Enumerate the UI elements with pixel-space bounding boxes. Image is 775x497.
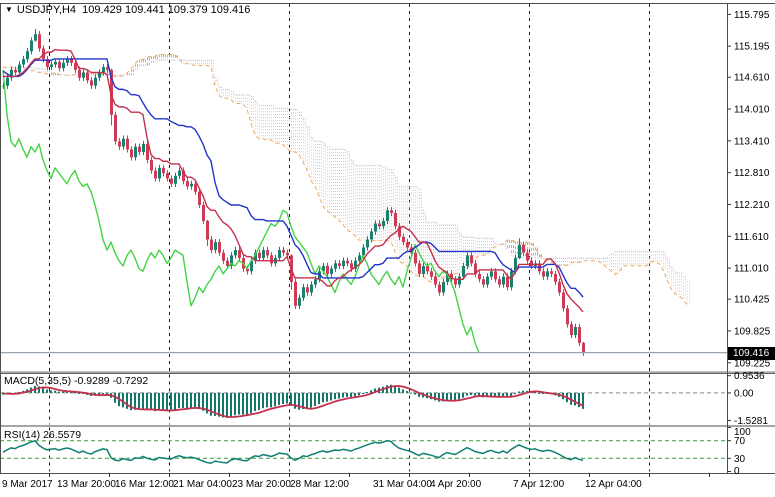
svg-text:112.210: 112.210: [734, 200, 770, 211]
svg-text:114.010: 114.010: [734, 105, 770, 116]
svg-text:115.195: 115.195: [734, 42, 770, 53]
time-axis[interactable]: 9 Mar 2017 13 Mar 20:0016 Mar 12:0021 Mar…: [2, 473, 710, 490]
svg-text:31 Mar 04:00: 31 Mar 04:00: [373, 479, 432, 490]
current-price-badge: 109.416: [728, 347, 775, 360]
svg-text:13 Mar 20:00: 13 Mar 20:00: [57, 479, 116, 490]
svg-text:9 Mar 2017: 9 Mar 2017: [2, 479, 53, 490]
svg-text:12 Apr 04:00: 12 Apr 04:00: [585, 479, 642, 490]
svg-text:23 Mar 20:00: 23 Mar 20:00: [232, 479, 291, 490]
svg-text:70: 70: [734, 436, 746, 447]
svg-text:4 Apr 20:00: 4 Apr 20:00: [430, 479, 482, 490]
svg-text:21 Mar 04:00: 21 Mar 04:00: [173, 479, 232, 490]
svg-text:0.00: 0.00: [734, 388, 754, 399]
svg-text:28 Mar 12:00: 28 Mar 12:00: [290, 479, 349, 490]
svg-text:111.010: 111.010: [734, 264, 769, 275]
svg-text:109.825: 109.825: [734, 326, 771, 337]
svg-text:0: 0: [734, 466, 740, 477]
svg-text:115.795: 115.795: [734, 10, 770, 21]
ichimoku-cloud: [3, 54, 690, 304]
svg-text:30: 30: [734, 454, 746, 465]
trading-chart-window: 115.795 115.195 114.610 114.010 113.410 112.8…: [0, 0, 775, 497]
svg-text:111.610: 111.610: [734, 232, 769, 243]
price-axis[interactable]: 115.795 115.195 114.610 114.010 113.410 112.8…: [727, 10, 771, 477]
svg-text:113.410: 113.410: [734, 136, 770, 147]
macd-panel: [0, 385, 727, 418]
chart-canvas[interactable]: 115.795 115.195 114.610 114.010 113.410 112.8…: [0, 0, 775, 497]
svg-text:114.610: 114.610: [734, 73, 770, 84]
svg-text:16 Mar 12:00: 16 Mar 12:00: [115, 479, 174, 490]
candles-layer: [2, 29, 585, 356]
svg-text:110.425: 110.425: [734, 295, 770, 306]
svg-text:0.9536: 0.9536: [734, 371, 765, 382]
svg-text:112.810: 112.810: [734, 168, 770, 179]
svg-text:-1.5281: -1.5281: [734, 416, 768, 427]
rsi-panel: [0, 441, 727, 464]
svg-text:7 Apr 12:00: 7 Apr 12:00: [513, 479, 565, 490]
